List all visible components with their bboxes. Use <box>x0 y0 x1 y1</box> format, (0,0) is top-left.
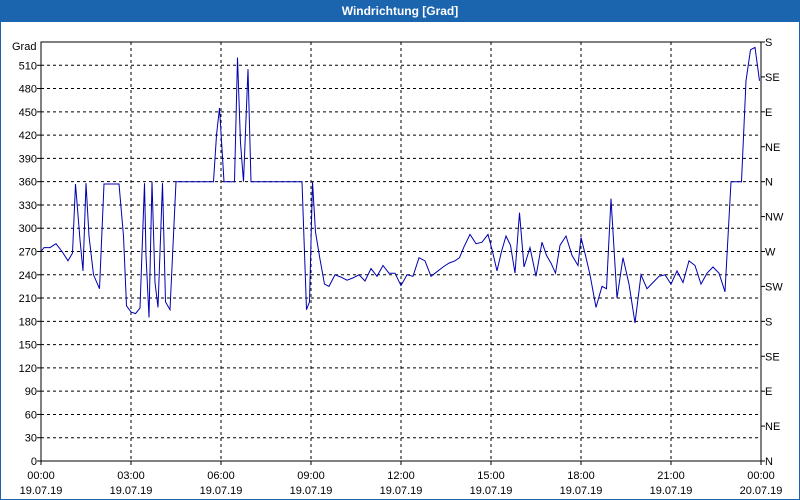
right-axis-label: SE <box>765 351 780 363</box>
right-axis-label: N <box>765 177 773 189</box>
right-axis-label: N <box>765 456 773 468</box>
y-tick-label: 450 <box>19 107 37 119</box>
x-tick-time: 06:00 <box>207 470 235 482</box>
x-tick-date: 19.07.19 <box>560 485 603 497</box>
right-axis-label: SW <box>765 281 783 293</box>
y-tick-label: 240 <box>19 270 37 282</box>
x-tick-time: 15:00 <box>477 470 505 482</box>
y-tick-label: 300 <box>19 223 37 235</box>
y-tick-label: 30 <box>25 433 37 445</box>
wind-direction-chart: Grad 0 30 60 90 120 150 180 210 240 270 300 330 360 3… <box>12 37 784 497</box>
right-axis-label: NE <box>765 421 780 433</box>
x-tick-date: 19.07.19 <box>200 485 243 497</box>
right-axis-label: NW <box>765 212 784 224</box>
x-tick-date: 19.07.19 <box>110 485 153 497</box>
right-axis-label: S <box>765 316 772 328</box>
x-tick-time: 12:00 <box>387 470 415 482</box>
x-tick-date: 19.07.19 <box>20 485 63 497</box>
right-axis-label: E <box>765 386 772 398</box>
x-tick-time: 09:00 <box>297 470 325 482</box>
y-axis-label: Grad <box>12 41 36 53</box>
right-axis-label: W <box>765 247 776 259</box>
y-tick-label: 60 <box>25 409 37 421</box>
y-tick-label: 510 <box>19 60 37 72</box>
x-tick-date: 19.07.19 <box>650 485 693 497</box>
y-tick-label: 0 <box>31 456 37 468</box>
x-tick-time: 00:00 <box>747 470 775 482</box>
right-axis-label: S <box>765 37 772 49</box>
y-tick-label: 150 <box>19 340 37 352</box>
right-axis-label: NE <box>765 142 780 154</box>
y-tick-label: 480 <box>19 84 37 96</box>
y-tick-label: 360 <box>19 177 37 189</box>
x-tick-date: 20.07.19 <box>740 485 783 497</box>
x-tick-time: 18:00 <box>567 470 595 482</box>
x-tick-date: 19.07.19 <box>290 485 333 497</box>
x-tick-date: 19.07.19 <box>470 485 513 497</box>
right-axis-label: E <box>765 107 772 119</box>
y-tick-label: 180 <box>19 316 37 328</box>
y-tick-label: 90 <box>25 386 37 398</box>
y-tick-label: 420 <box>19 130 37 142</box>
x-tick-time: 03:00 <box>117 470 145 482</box>
x-tick-date: 19.07.19 <box>380 485 423 497</box>
y-tick-label: 390 <box>19 153 37 165</box>
series-line <box>40 46 760 323</box>
x-tick-time: 00:00 <box>27 470 55 482</box>
y-tick-label: 120 <box>19 363 37 375</box>
y-tick-label: 270 <box>19 247 37 259</box>
x-tick-time: 21:00 <box>657 470 685 482</box>
y-tick-label: 330 <box>19 200 37 212</box>
right-axis-label: SE <box>765 72 780 84</box>
y-tick-label: 210 <box>19 293 37 305</box>
